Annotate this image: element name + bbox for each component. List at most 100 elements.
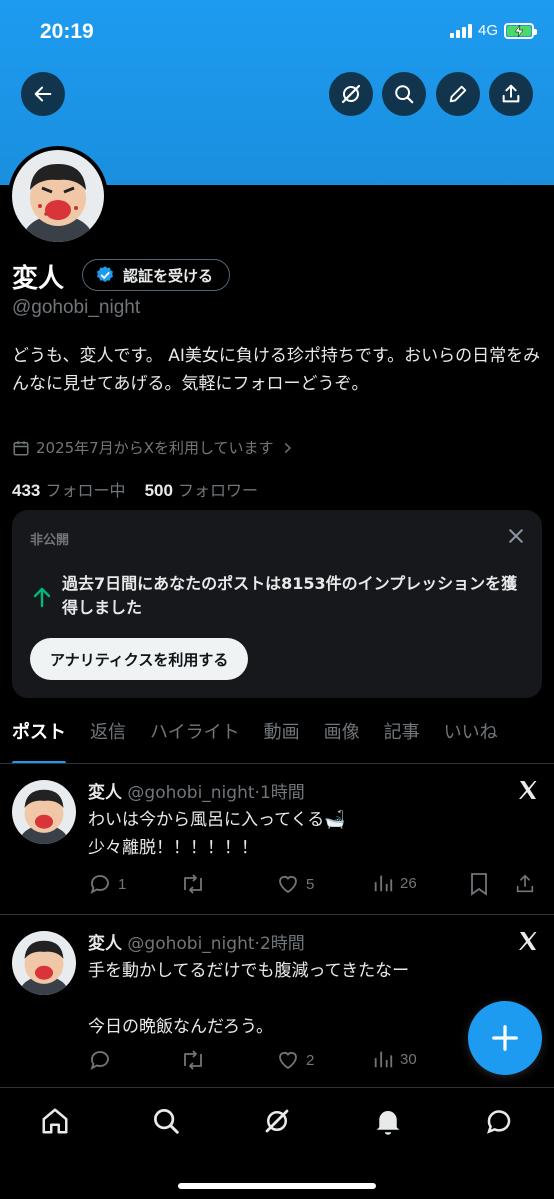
repost-icon	[184, 874, 202, 894]
analytics-button[interactable]: アナリティクスを利用する	[30, 638, 249, 680]
like-count: 2	[306, 1051, 315, 1069]
post-item[interactable]: 変人 @gohobi_night·1時間 わいは今から風呂に入ってくる🛁 少々離…	[0, 764, 554, 914]
bookmark-button[interactable]	[468, 872, 490, 896]
post-handle: @gohobi_night	[127, 783, 255, 803]
grok-icon	[341, 84, 361, 104]
profile-avatar[interactable]	[8, 146, 108, 246]
nav-grok[interactable]	[262, 1106, 292, 1136]
view-count: 26	[400, 874, 417, 892]
close-icon	[509, 529, 523, 543]
following-label: フォロー中	[45, 481, 126, 500]
share-post-button[interactable]	[514, 872, 536, 896]
tab-videos[interactable]: 動画	[252, 714, 312, 763]
joined-label: 2025年7月からXを利用しています	[36, 439, 274, 457]
post-text-line: 手を動かしてるだけでも腹減ってきたなー	[88, 961, 410, 981]
views-icon	[374, 875, 393, 892]
follow-stats: 433 フォロー中 500 フォロワー	[12, 477, 258, 501]
post-header: 変人 @gohobi_night·1時間	[88, 783, 305, 803]
share-button[interactable]	[489, 72, 533, 116]
reply-button[interactable]	[88, 1048, 118, 1072]
tab-replies[interactable]: 返信	[78, 714, 138, 763]
profile-tabs: ポスト 返信 ハイライト 動画 画像 記事 いいね	[0, 714, 554, 764]
search-button[interactable]	[382, 72, 426, 116]
following-count: 433	[12, 481, 41, 500]
x-logo-icon	[519, 932, 537, 950]
post-item[interactable]: 変人 @gohobi_night·2時間 手を動かしてるだけでも腹減ってきたなー…	[0, 915, 554, 1087]
network-label: 4G	[477, 22, 498, 39]
like-count: 5	[306, 875, 315, 893]
chevron-right-icon	[284, 442, 291, 453]
profile-handle: @gohobi_night	[12, 297, 141, 318]
pencil-icon	[449, 85, 467, 103]
post-actions: 1 5 26	[88, 872, 542, 902]
get-verified-button[interactable]: 認証を受ける	[82, 259, 231, 291]
nav-notifications[interactable]	[373, 1106, 403, 1136]
post-handle: @gohobi_night	[127, 934, 255, 954]
post-text-line: 少々離脱！！！！！！	[88, 838, 258, 858]
home-icon	[42, 1108, 68, 1134]
followers-label: フォロワー	[178, 481, 259, 500]
compose-button[interactable]	[468, 1001, 542, 1075]
search-icon	[395, 85, 414, 104]
grok-x-button[interactable]	[516, 929, 540, 957]
tab-photos[interactable]: 画像	[312, 714, 372, 763]
post-avatar[interactable]	[12, 931, 76, 995]
followers-link[interactable]: 500 フォロワー	[145, 481, 258, 500]
grok-button[interactable]	[329, 72, 373, 116]
post-avatar[interactable]	[12, 780, 76, 844]
profile-name: 変人	[12, 264, 65, 294]
private-label: 非公開	[30, 533, 70, 548]
followers-count: 500	[144, 481, 173, 500]
views-button[interactable]: 26	[372, 872, 417, 894]
status-time: 20:19	[40, 20, 94, 43]
back-button[interactable]	[21, 72, 65, 116]
share-icon	[502, 84, 520, 103]
grok-x-button[interactable]	[516, 778, 540, 806]
close-button[interactable]	[506, 526, 526, 550]
plus-icon	[492, 1025, 518, 1051]
share-icon	[516, 874, 534, 893]
edit-button[interactable]	[436, 72, 480, 116]
nav-search[interactable]	[151, 1106, 181, 1136]
status-bar: 20:19 4G	[0, 0, 554, 64]
reply-button[interactable]: 1	[88, 872, 126, 896]
nav-home[interactable]	[40, 1106, 70, 1136]
tab-posts[interactable]: ポスト	[0, 714, 78, 763]
view-count: 30	[400, 1050, 417, 1068]
post-text: わいは今から風呂に入ってくる🛁 少々離脱！！！！！！	[88, 806, 528, 862]
message-icon	[486, 1110, 511, 1134]
like-button[interactable]: 5	[276, 872, 314, 896]
analytics-card: 非公開 過去7日間にあなたのポストは8153件のインプレッションを獲得しました …	[12, 510, 542, 698]
post-time: 2時間	[259, 934, 305, 954]
repost-button[interactable]	[180, 1048, 212, 1072]
repost-button[interactable]	[180, 872, 212, 896]
status-indicators: 4G	[449, 22, 537, 39]
home-indicator[interactable]	[178, 1183, 376, 1189]
x-logo-icon	[519, 781, 537, 799]
joined-date[interactable]: 2025年7月からXを利用しています	[12, 437, 294, 458]
arrow-left-icon	[34, 86, 52, 102]
reply-icon	[90, 1051, 109, 1070]
post-text-line: 今日の晩飯なんだろう。	[88, 1017, 273, 1037]
views-icon	[374, 1051, 393, 1068]
views-button[interactable]: 30	[372, 1048, 417, 1070]
heart-icon	[279, 1051, 297, 1070]
search-icon	[154, 1109, 179, 1134]
tab-highlights[interactable]: ハイライト	[138, 714, 252, 763]
heart-icon	[279, 875, 297, 894]
post-time: 1時間	[259, 783, 305, 803]
repost-icon	[184, 1050, 202, 1070]
reply-icon	[90, 875, 109, 894]
tab-likes[interactable]: いいね	[432, 714, 510, 763]
tab-articles[interactable]: 記事	[372, 714, 432, 763]
post-text-line: わいは今から風呂に入ってくる🛁	[88, 810, 346, 830]
post-author-name: 変人	[88, 783, 122, 803]
following-link[interactable]: 433 フォロー中	[12, 481, 125, 500]
post-author-name: 変人	[88, 934, 122, 954]
calendar-icon	[13, 440, 29, 455]
verified-badge-icon	[97, 266, 113, 283]
grok-icon	[265, 1109, 289, 1133]
battery-icon	[504, 22, 537, 39]
nav-messages[interactable]	[484, 1106, 514, 1136]
like-button[interactable]: 2	[276, 1048, 314, 1072]
